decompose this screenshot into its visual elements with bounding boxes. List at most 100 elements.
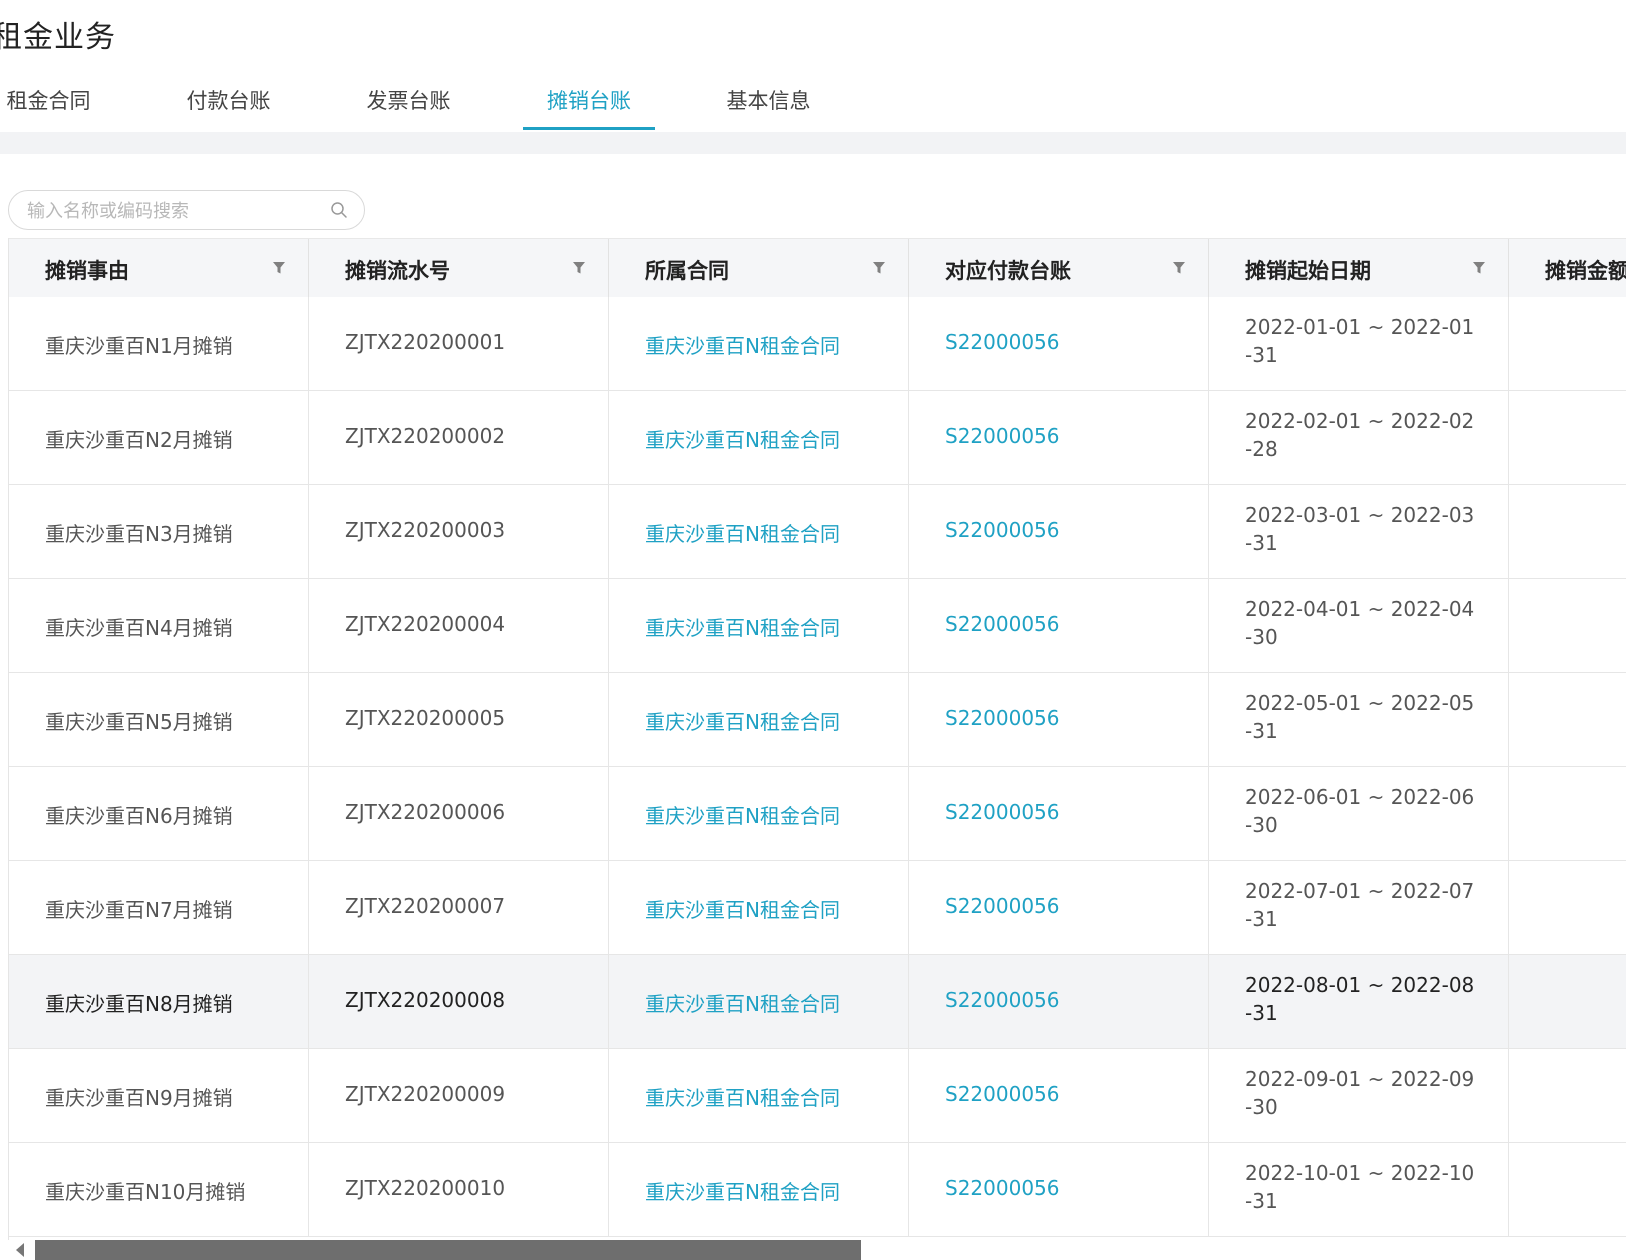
filter-icon[interactable] [1172,261,1186,275]
table-cell: S22000056 [909,1143,1209,1236]
payment-link[interactable]: S22000056 [945,1176,1060,1200]
table-cell: S22000056 [909,391,1209,484]
table-cell: ZJTX220200001 [309,297,609,390]
contract-link[interactable]: 重庆沙重百N租金合同 [645,988,840,1017]
page-title: 租金业务 [0,20,116,55]
table-cell: ZJTX220200005 [309,673,609,766]
cell-date-range: 2022-06-01 ~ 2022-06-30 [1245,785,1475,837]
table-cell: S22000056 [909,861,1209,954]
table-cell: 重庆沙重百N5月摊销 [9,673,309,766]
filter-icon[interactable] [572,261,586,275]
table-cell: 重庆沙重百N1月摊销 [9,297,309,390]
table-row[interactable]: 重庆沙重百N7月摊销 ZJTX220200007 重庆沙重百N租金合同 S220000… [9,861,1626,955]
payment-link[interactable]: S22000056 [945,988,1060,1012]
payment-link[interactable]: S22000056 [945,706,1060,730]
tab-invoice-ledger[interactable]: 发票台账 [366,78,451,128]
table-cell: 重庆沙重百N9月摊销 [9,1049,309,1142]
table-cell: S22000056 [909,579,1209,672]
cell-date-range: 2022-03-01 ~ 2022-03-31 [1245,503,1475,555]
cell-reason: 重庆沙重百N5月摊销 [45,710,233,734]
table-cell: ZJTX220200002 [309,391,609,484]
payment-link[interactable]: S22000056 [945,424,1060,448]
table-cell: 2022-09-01 ~ 2022-09-30 [1209,1049,1509,1142]
filter-icon[interactable] [272,261,286,275]
table-cell: 重庆沙重百N2月摊销 [9,391,309,484]
scrollbar-thumb[interactable] [35,1240,861,1260]
table-cell: 重庆沙重百N租金合同 [609,955,909,1048]
column-header-payment: 对应付款台账 [909,239,1209,297]
tab-rent-contract[interactable]: 租金合同 [6,78,91,128]
table-header: 摊销事由 摊销流水号 所属合同 对应付款台账 摊销起始日期 摊销金额 [9,238,1626,298]
table-row[interactable]: 重庆沙重百N10月摊销 ZJTX220200010 重庆沙重百N租金合同 S22000… [9,1143,1626,1237]
cell-date-range: 2022-01-01 ~ 2022-01-31 [1245,315,1475,367]
table-row[interactable]: 重庆沙重百N5月摊销 ZJTX220200005 重庆沙重百N租金合同 S220000… [9,673,1626,767]
column-header-label: 所属合同 [645,259,729,283]
horizontal-scrollbar[interactable] [8,1240,1626,1260]
contract-link[interactable]: 重庆沙重百N租金合同 [645,424,840,453]
cell-serial: ZJTX220200004 [345,612,506,636]
cell-date-range: 2022-05-01 ~ 2022-05-31 [1245,691,1475,743]
payment-link[interactable]: S22000056 [945,1082,1060,1106]
table-cell [1509,1049,1626,1142]
contract-link[interactable]: 重庆沙重百N租金合同 [645,894,840,923]
table-row[interactable]: 重庆沙重百N2月摊销 ZJTX220200002 重庆沙重百N租金合同 S220000… [9,391,1626,485]
tab-amortization-ledger[interactable]: 摊销台账 [523,78,655,130]
column-header-label: 摊销起始日期 [1245,259,1371,283]
table-row[interactable]: 重庆沙重百N1月摊销 ZJTX220200001 重庆沙重百N租金合同 S220000… [9,297,1626,391]
payment-link[interactable]: S22000056 [945,330,1060,354]
table-cell: ZJTX220200003 [309,485,609,578]
contract-link[interactable]: 重庆沙重百N租金合同 [645,1082,840,1111]
search-input[interactable] [25,191,319,231]
table-row[interactable]: 重庆沙重百N9月摊销 ZJTX220200009 重庆沙重百N租金合同 S220000… [9,1049,1626,1143]
cell-serial: ZJTX220200009 [345,1082,506,1106]
tab-payment-ledger[interactable]: 付款台账 [186,78,271,128]
table-cell [1509,579,1626,672]
scroll-left-arrow-icon[interactable] [16,1243,24,1257]
payment-link[interactable]: S22000056 [945,518,1060,542]
cell-serial: ZJTX220200008 [345,988,506,1012]
table-cell: ZJTX220200010 [309,1143,609,1236]
table-cell: 重庆沙重百N租金合同 [609,391,909,484]
table-row[interactable]: 重庆沙重百N6月摊销 ZJTX220200006 重庆沙重百N租金合同 S220000… [9,767,1626,861]
payment-link[interactable]: S22000056 [945,894,1060,918]
table-cell: ZJTX220200008 [309,955,609,1048]
contract-link[interactable]: 重庆沙重百N租金合同 [645,706,840,735]
table-cell: ZJTX220200006 [309,767,609,860]
cell-reason: 重庆沙重百N4月摊销 [45,616,233,640]
contract-link[interactable]: 重庆沙重百N租金合同 [645,1176,840,1205]
table-cell: 重庆沙重百N3月摊销 [9,485,309,578]
table-cell: S22000056 [909,673,1209,766]
column-header-label: 摊销金额 [1545,259,1626,283]
tab-basic-info[interactable]: 基本信息 [726,78,811,128]
filter-icon[interactable] [872,261,886,275]
table-row[interactable]: 重庆沙重百N4月摊销 ZJTX220200004 重庆沙重百N租金合同 S220000… [9,579,1626,673]
payment-link[interactable]: S22000056 [945,612,1060,636]
cell-reason: 重庆沙重百N8月摊销 [45,992,233,1016]
table-cell: 重庆沙重百N10月摊销 [9,1143,309,1236]
tab-bar: 租金合同 付款台账 发票台账 摊销台账 基本信息 [0,78,1626,130]
section-divider [0,132,1626,154]
table-cell: 重庆沙重百N租金合同 [609,767,909,860]
filter-icon[interactable] [1472,261,1486,275]
search-icon[interactable] [330,201,348,219]
table-cell: 2022-06-01 ~ 2022-06-30 [1209,767,1509,860]
table-cell [1509,767,1626,860]
contract-link[interactable]: 重庆沙重百N租金合同 [645,330,840,359]
contract-link[interactable]: 重庆沙重百N租金合同 [645,518,840,547]
table-row[interactable]: 重庆沙重百N8月摊销 ZJTX220200008 重庆沙重百N租金合同 S220000… [9,955,1626,1049]
payment-link[interactable]: S22000056 [945,800,1060,824]
cell-serial: ZJTX220200010 [345,1176,506,1200]
contract-link[interactable]: 重庆沙重百N租金合同 [645,612,840,641]
table-row[interactable]: 重庆沙重百N3月摊销 ZJTX220200003 重庆沙重百N租金合同 S220000… [9,485,1626,579]
table-cell: 重庆沙重百N4月摊销 [9,579,309,672]
table-cell: ZJTX220200009 [309,1049,609,1142]
search-box [8,190,365,231]
contract-link[interactable]: 重庆沙重百N租金合同 [645,800,840,829]
table-cell: 2022-10-01 ~ 2022-10-31 [1209,1143,1509,1236]
table-cell: S22000056 [909,297,1209,390]
table-cell [1509,955,1626,1048]
table-cell: 2022-02-01 ~ 2022-02-28 [1209,391,1509,484]
table-cell [1509,297,1626,390]
table-cell: 重庆沙重百N7月摊销 [9,861,309,954]
cell-serial: ZJTX220200001 [345,330,506,354]
